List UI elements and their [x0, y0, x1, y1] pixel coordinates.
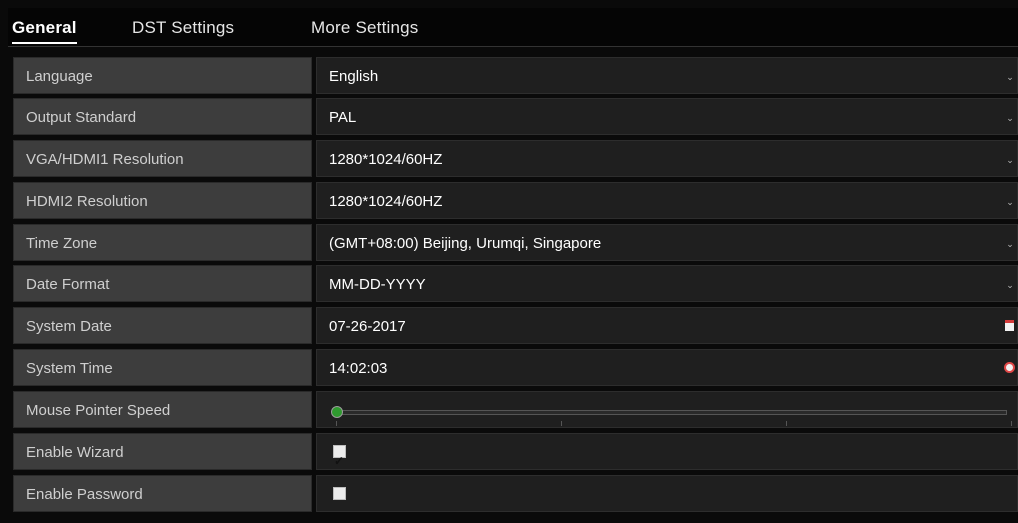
vga-hdmi1-resolution-dropdown[interactable]: 1280*1024/60HZ ⌄	[316, 140, 1018, 177]
enable-wizard-cell	[316, 433, 1018, 480]
slider-tick	[561, 421, 562, 426]
setting-row-language: Language English ⌄	[13, 57, 1018, 94]
setting-row-vga-hdmi1-resolution: VGA/HDMI1 Resolution 1280*1024/60HZ ⌄	[13, 140, 1018, 177]
speed-slider-handle[interactable]	[331, 406, 343, 418]
setting-row-time-zone: Time Zone (GMT+08:00) Beijing, Urumqi, S…	[13, 224, 1018, 261]
date-format-value: MM-DD-YYYY	[329, 276, 426, 293]
slider-tick	[336, 421, 337, 426]
tab-more-settings[interactable]: More Settings	[311, 18, 418, 38]
settings-table: Language English ⌄ Output Standard PAL ⌄…	[13, 57, 1018, 522]
date-format-dropdown[interactable]: MM-DD-YYYY ⌄	[316, 265, 1018, 302]
chevron-down-icon: ⌄	[1006, 197, 1014, 207]
chevron-down-icon: ⌄	[1006, 280, 1014, 290]
system-date-value: 07-26-2017	[329, 318, 406, 335]
calendar-icon[interactable]	[1005, 320, 1014, 331]
output-standard-value: PAL	[329, 109, 357, 126]
output-standard-dropdown[interactable]: PAL ⌄	[316, 98, 1018, 135]
setting-row-mouse-pointer-speed: Mouse Pointer Speed	[13, 391, 1018, 428]
setting-label: System Date	[13, 307, 312, 344]
time-zone-dropdown[interactable]: (GMT+08:00) Beijing, Urumqi, Singapore ⌄	[316, 224, 1018, 261]
hdmi2-resolution-dropdown[interactable]: 1280*1024/60HZ ⌄	[316, 182, 1018, 219]
setting-label: System Time	[13, 349, 312, 386]
setting-label: VGA/HDMI1 Resolution	[13, 140, 312, 177]
settings-window: General DST Settings More Settings Langu…	[0, 0, 1018, 523]
tab-dst-settings[interactable]: DST Settings	[132, 18, 234, 38]
system-date-field[interactable]: 07-26-2017	[316, 307, 1018, 344]
language-value: English	[329, 68, 379, 85]
speed-slider-track[interactable]	[335, 410, 1007, 415]
vga-hdmi1-resolution-value: 1280*1024/60HZ	[329, 151, 443, 168]
setting-label: Enable Wizard	[13, 433, 312, 470]
setting-row-system-time: System Time 14:02:03	[13, 349, 1018, 386]
slider-tick	[1011, 421, 1012, 426]
language-dropdown[interactable]: English ⌄	[316, 57, 1018, 94]
setting-label: Mouse Pointer Speed	[13, 391, 312, 428]
slider-tick	[786, 421, 787, 426]
setting-row-hdmi2-resolution: HDMI2 Resolution 1280*1024/60HZ ⌄	[13, 182, 1018, 219]
system-time-field[interactable]: 14:02:03	[316, 349, 1018, 386]
mouse-pointer-speed-control	[316, 391, 1018, 428]
chevron-down-icon: ⌄	[1006, 239, 1014, 249]
setting-label: HDMI2 Resolution	[13, 182, 312, 219]
setting-label: Date Format	[13, 265, 312, 302]
chevron-down-icon: ⌄	[1006, 72, 1014, 82]
time-zone-value: (GMT+08:00) Beijing, Urumqi, Singapore	[329, 235, 602, 252]
setting-row-output-standard: Output Standard PAL ⌄	[13, 98, 1018, 135]
system-time-value: 14:02:03	[329, 360, 388, 377]
tab-bar: General DST Settings More Settings	[8, 8, 1018, 47]
setting-row-enable-password: Enable Password	[13, 475, 1018, 512]
enable-password-cell	[316, 475, 1018, 512]
chevron-down-icon: ⌄	[1006, 155, 1014, 165]
setting-row-system-date: System Date 07-26-2017	[13, 307, 1018, 344]
setting-label: Language	[13, 57, 312, 94]
setting-row-date-format: Date Format MM-DD-YYYY ⌄	[13, 265, 1018, 302]
setting-label: Time Zone	[13, 224, 312, 261]
clock-icon[interactable]	[1004, 362, 1015, 373]
tab-general[interactable]: General	[12, 18, 77, 44]
setting-label: Output Standard	[13, 98, 312, 135]
hdmi2-resolution-value: 1280*1024/60HZ	[329, 193, 443, 210]
setting-label: Enable Password	[13, 475, 312, 512]
enable-wizard-checkbox[interactable]	[333, 443, 346, 480]
setting-row-enable-wizard: Enable Wizard	[13, 433, 1018, 480]
chevron-down-icon: ⌄	[1006, 113, 1014, 123]
enable-password-checkbox[interactable]	[333, 487, 346, 500]
